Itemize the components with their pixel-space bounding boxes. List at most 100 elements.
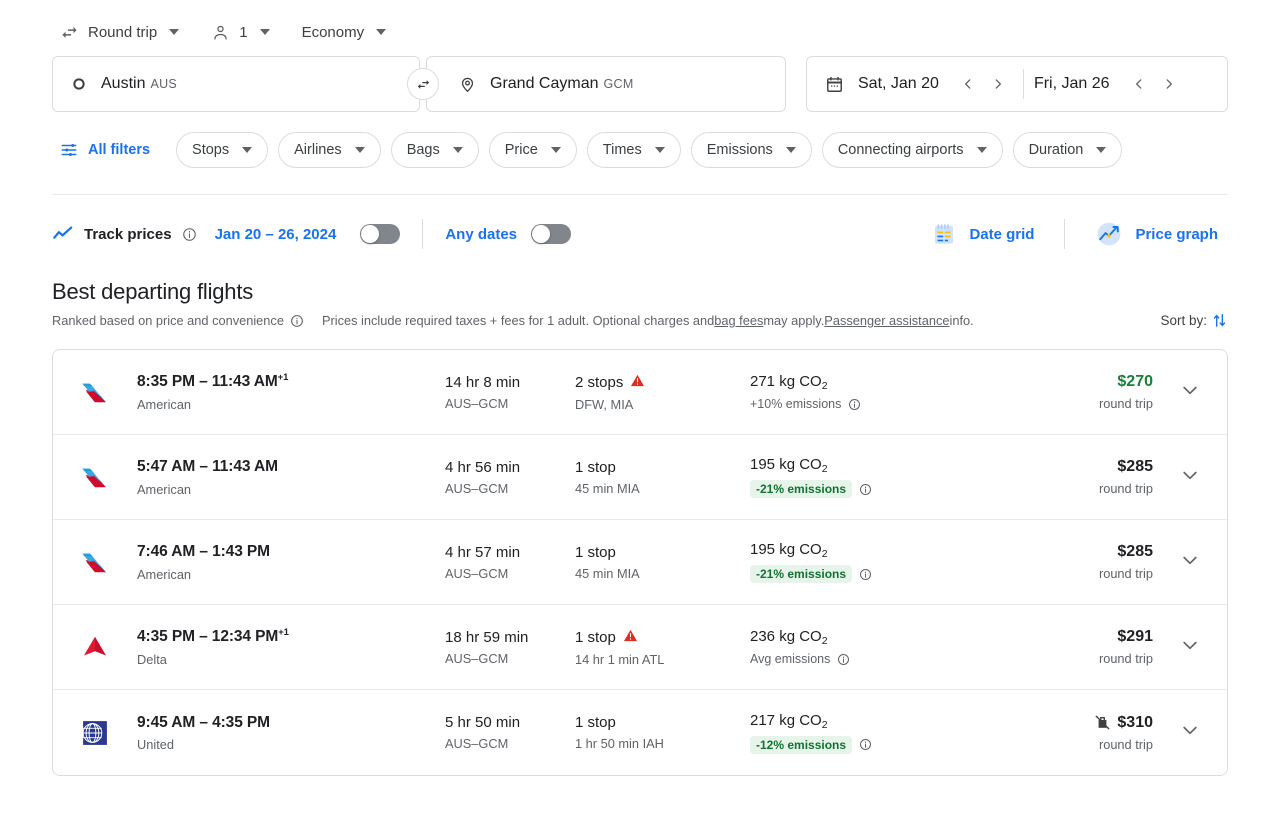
- return-date-segment[interactable]: Fri, Jan 26: [1034, 75, 1110, 93]
- cabin-class-selector[interactable]: Economy: [294, 15, 395, 49]
- info-icon[interactable]: [859, 568, 872, 581]
- any-dates-toggle[interactable]: [531, 224, 572, 244]
- all-filters-button[interactable]: All filters: [52, 135, 158, 165]
- stop-detail: 1 hr 50 min IAH: [575, 736, 664, 751]
- info-icon[interactable]: [182, 227, 197, 242]
- flight-times-text: 5:47 AM – 11:43 AM: [137, 458, 278, 476]
- day-offset: +1: [278, 627, 289, 639]
- filter-chip-label: Airlines: [294, 142, 342, 158]
- destination-input[interactable]: Grand Cayman GCM: [426, 56, 786, 112]
- chevron-down-icon: [1180, 635, 1200, 660]
- price-note: round trip: [1098, 651, 1153, 666]
- stop-detail: 45 min MIA: [575, 480, 640, 496]
- expand-row-button[interactable]: [1169, 635, 1211, 660]
- return-next-day-button[interactable]: [1154, 69, 1184, 99]
- filter-chip-connecting-airports[interactable]: Connecting airports: [821, 132, 1003, 168]
- filter-chip-duration[interactable]: Duration: [1012, 132, 1123, 168]
- co2-subscript: 2: [821, 635, 828, 647]
- price-graph-button[interactable]: Price graph: [1085, 213, 1228, 255]
- passengers-selector[interactable]: 1: [203, 15, 277, 49]
- sort-by-button[interactable]: Sort by:: [1160, 312, 1228, 329]
- swap-origin-destination-button[interactable]: [407, 68, 439, 100]
- view-divider: [1064, 219, 1066, 249]
- flight-price: $270: [1117, 373, 1153, 390]
- table-row[interactable]: 7:46 AM – 1:43 PM American 4 hr 57 min A…: [53, 520, 1227, 605]
- info-icon[interactable]: [290, 314, 304, 328]
- flight-duration: 4 hr 56 min: [445, 458, 521, 476]
- united-logo: [75, 716, 115, 750]
- table-row[interactable]: 8:35 PM – 11:43 AM+1 American 14 hr 8 mi…: [53, 350, 1227, 435]
- no-carry-on-bag-icon: [1094, 714, 1111, 731]
- swap-arrows-icon: [416, 77, 431, 92]
- expand-row-button[interactable]: [1169, 465, 1211, 490]
- departure-date-segment[interactable]: Sat, Jan 20: [825, 75, 939, 94]
- passenger-assistance-link[interactable]: Passenger assistance: [824, 313, 949, 328]
- filter-chip-bags[interactable]: Bags: [390, 132, 479, 168]
- emissions-note: +10% emissions: [750, 397, 842, 411]
- section-divider: [52, 194, 1228, 195]
- expand-row-button[interactable]: [1169, 720, 1211, 745]
- trip-type-selector[interactable]: Round trip: [52, 15, 187, 49]
- emissions-cell: 217 kg CO2 -12% emissions: [750, 712, 965, 754]
- flight-times: 4:35 PM – 12:34 PM+1: [137, 627, 445, 646]
- flight-times: 5:47 AM – 11:43 AM: [137, 457, 445, 476]
- origin-input[interactable]: Austin AUS: [52, 56, 420, 112]
- chevron-down-icon: [259, 29, 270, 35]
- info-icon[interactable]: [837, 653, 850, 666]
- filter-chip-stops[interactable]: Stops: [176, 132, 269, 168]
- filter-chip-label: Price: [504, 142, 538, 158]
- origin-code: AUS: [150, 77, 178, 91]
- price-cell: $285 round trip: [965, 543, 1169, 581]
- chevron-down-icon: [354, 147, 365, 153]
- chevron-down-icon: [169, 29, 180, 35]
- expand-row-button[interactable]: [1169, 380, 1211, 405]
- departure-next-day-button[interactable]: [983, 69, 1013, 99]
- return-prev-day-button[interactable]: [1124, 69, 1154, 99]
- expand-row-button[interactable]: [1169, 550, 1211, 575]
- table-row[interactable]: 4:35 PM – 12:34 PM+1 Delta 18 hr 59 min …: [53, 605, 1227, 690]
- emissions-cell: 195 kg CO2 -21% emissions: [750, 541, 965, 583]
- emissions-value: 195 kg CO2: [750, 541, 965, 560]
- duration-cell: 14 hr 8 min AUS–GCM: [445, 374, 575, 411]
- info-icon[interactable]: [859, 483, 872, 496]
- departure-prev-day-button[interactable]: [953, 69, 983, 99]
- flight-route: AUS–GCM: [445, 565, 509, 581]
- emissions-badge: -21% emissions: [750, 565, 853, 583]
- co2-subscript: 2: [821, 380, 828, 392]
- emissions-value: 271 kg CO2: [750, 373, 965, 392]
- swap-horizontal-icon: [60, 23, 79, 42]
- filter-chip-times[interactable]: Times: [586, 132, 681, 168]
- american-airlines-logo: [75, 545, 115, 579]
- info-icon[interactable]: [859, 738, 872, 751]
- filter-chip-label: Duration: [1028, 142, 1084, 158]
- filter-chip-price[interactable]: Price: [488, 132, 577, 168]
- airline-name: Delta: [137, 651, 167, 667]
- american-airlines-logo: [75, 460, 115, 494]
- stop-detail: 45 min MIA: [575, 565, 640, 581]
- toggle-knob: [532, 225, 551, 243]
- filter-chip-label: Bags: [406, 142, 440, 158]
- emissions-note-row: -12% emissions: [750, 735, 965, 754]
- date-grid-button[interactable]: Date grid: [921, 214, 1044, 254]
- emissions-value: 195 kg CO2: [750, 456, 965, 475]
- stops-cell: 1 stop 1 hr 50 min IAH: [575, 714, 750, 751]
- table-row[interactable]: 9:45 AM – 4:35 PM United 5 hr 50 min AUS…: [53, 690, 1227, 775]
- filter-chip-emissions[interactable]: Emissions: [690, 132, 812, 168]
- bag-fees-link[interactable]: bag fees: [714, 313, 763, 328]
- chevron-down-icon: [1180, 465, 1200, 490]
- price-graph-icon: [1095, 220, 1123, 248]
- chevron-down-icon: [1180, 550, 1200, 575]
- track-prices-toggle[interactable]: [360, 224, 401, 244]
- info-icon[interactable]: [848, 398, 861, 411]
- table-row[interactable]: 5:47 AM – 11:43 AM American 4 hr 56 min …: [53, 435, 1227, 520]
- track-divider: [422, 219, 424, 249]
- co2-subscript: 2: [821, 718, 828, 731]
- search-bar: Austin AUS Grand Cayman GCM Sat, Jan 20 …: [0, 56, 1280, 112]
- emissions-text: 271 kg CO: [750, 373, 822, 390]
- day-offset: +1: [277, 372, 289, 384]
- filter-chip-airlines[interactable]: Airlines: [278, 132, 381, 168]
- price-note: round trip: [1098, 736, 1153, 752]
- passenger-count-label: 1: [239, 23, 248, 41]
- stops-count: 1 stop: [575, 459, 750, 476]
- price-cell: $285 round trip: [965, 458, 1169, 496]
